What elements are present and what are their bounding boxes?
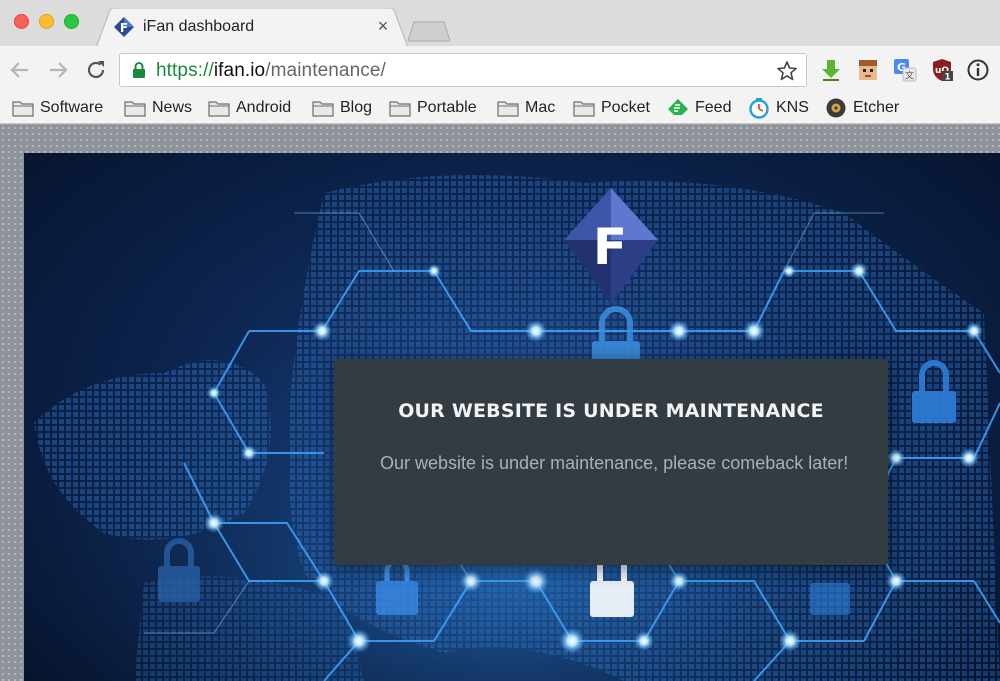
tab-close-button[interactable]: × [375, 16, 391, 36]
bookmark-label: Software [40, 99, 104, 116]
minimize-window-button[interactable] [39, 14, 54, 29]
url-host: ifan.io [213, 60, 266, 81]
extension-badge: 1 [944, 73, 950, 83]
bookmark-label: Blog [340, 99, 373, 116]
bookmark-label: KNS [776, 99, 809, 116]
maintenance-heading: OUR WEBSITE IS UNDER MAINTENANCE [398, 400, 824, 422]
bookmark-star-icon[interactable] [776, 60, 798, 82]
bookmark-label: Portable [417, 99, 477, 116]
favicon-letter: F [120, 21, 128, 35]
folder-icon [124, 101, 146, 117]
browser-toolbar: https://ifan.io/maintenance/ G 文 uO 1 [0, 46, 1000, 94]
folder-icon [573, 101, 595, 117]
bookmark-android[interactable]: Android [208, 96, 291, 120]
bookmark-label: Android [236, 99, 292, 116]
download-arrow-icon[interactable] [819, 58, 843, 82]
etcher-icon [826, 98, 846, 118]
url-scheme: https:// [156, 60, 214, 81]
info-icon[interactable] [966, 58, 990, 82]
forward-arrow-icon[interactable] [46, 58, 70, 82]
feedly-icon [668, 99, 688, 115]
bookmark-news[interactable]: News [124, 96, 192, 120]
tab-ifan-dashboard[interactable]: F iFan dashboard × [96, 8, 408, 48]
bookmark-label: Pocket [601, 99, 650, 116]
logo-letter: F [593, 218, 627, 276]
ublock-icon[interactable]: uO 1 [930, 58, 954, 82]
bookmark-pocket[interactable]: Pocket [573, 96, 650, 120]
bookmark-feed[interactable]: Feed [667, 96, 731, 120]
bookmark-mac[interactable]: Mac [497, 96, 555, 120]
padlock-icon [810, 583, 850, 615]
ifan-logo-icon: F [114, 17, 134, 37]
bookmark-label: Feed [695, 99, 732, 116]
maintenance-notice-card: OUR WEBSITE IS UNDER MAINTENANCE Our web… [334, 359, 888, 565]
bookmark-software[interactable]: Software [12, 96, 103, 120]
bookmark-label: Mac [525, 99, 556, 116]
kns-icon [749, 98, 769, 119]
reload-icon[interactable] [84, 58, 108, 82]
folder-icon [12, 101, 34, 117]
bookmark-portable[interactable]: Portable [389, 96, 477, 120]
bookmark-blog[interactable]: Blog [312, 96, 372, 120]
bookmark-kns[interactable]: KNS [748, 96, 809, 120]
back-arrow-icon[interactable] [8, 58, 32, 82]
face-extension-icon[interactable] [856, 58, 880, 82]
close-window-button[interactable] [14, 14, 29, 29]
google-translate-icon[interactable]: G 文 [893, 58, 917, 82]
svg-text:文: 文 [905, 70, 914, 82]
folder-icon [208, 101, 230, 117]
maintenance-message: Our website is under maintenance, please… [380, 453, 849, 473]
bookmarks-bar: Software News Android Blog Portable Mac … [0, 94, 1000, 124]
zoom-window-button[interactable] [64, 14, 79, 29]
bookmark-label: News [152, 99, 193, 116]
window-titlebar: F iFan dashboard × [0, 0, 1000, 48]
folder-icon [389, 101, 411, 117]
ifan-logo: F [564, 188, 658, 304]
folder-icon [497, 101, 519, 117]
folder-icon [312, 101, 334, 117]
bookmark-etcher[interactable]: Etcher [825, 96, 899, 120]
page-viewport: F OUR WEBSITE IS UNDER MAINTENANCE Our w… [0, 125, 1000, 681]
new-tab-button[interactable] [406, 20, 450, 42]
url-path: /maintenance/ [265, 60, 386, 81]
url-text: https://ifan.io/maintenance/ [156, 60, 386, 82]
address-bar[interactable]: https://ifan.io/maintenance/ [119, 53, 807, 87]
bookmark-label: Etcher [853, 99, 900, 116]
lock-icon[interactable] [132, 62, 146, 78]
maintenance-hero-background: F OUR WEBSITE IS UNDER MAINTENANCE Our w… [24, 153, 1000, 681]
tab-title: iFan dashboard [143, 18, 255, 35]
